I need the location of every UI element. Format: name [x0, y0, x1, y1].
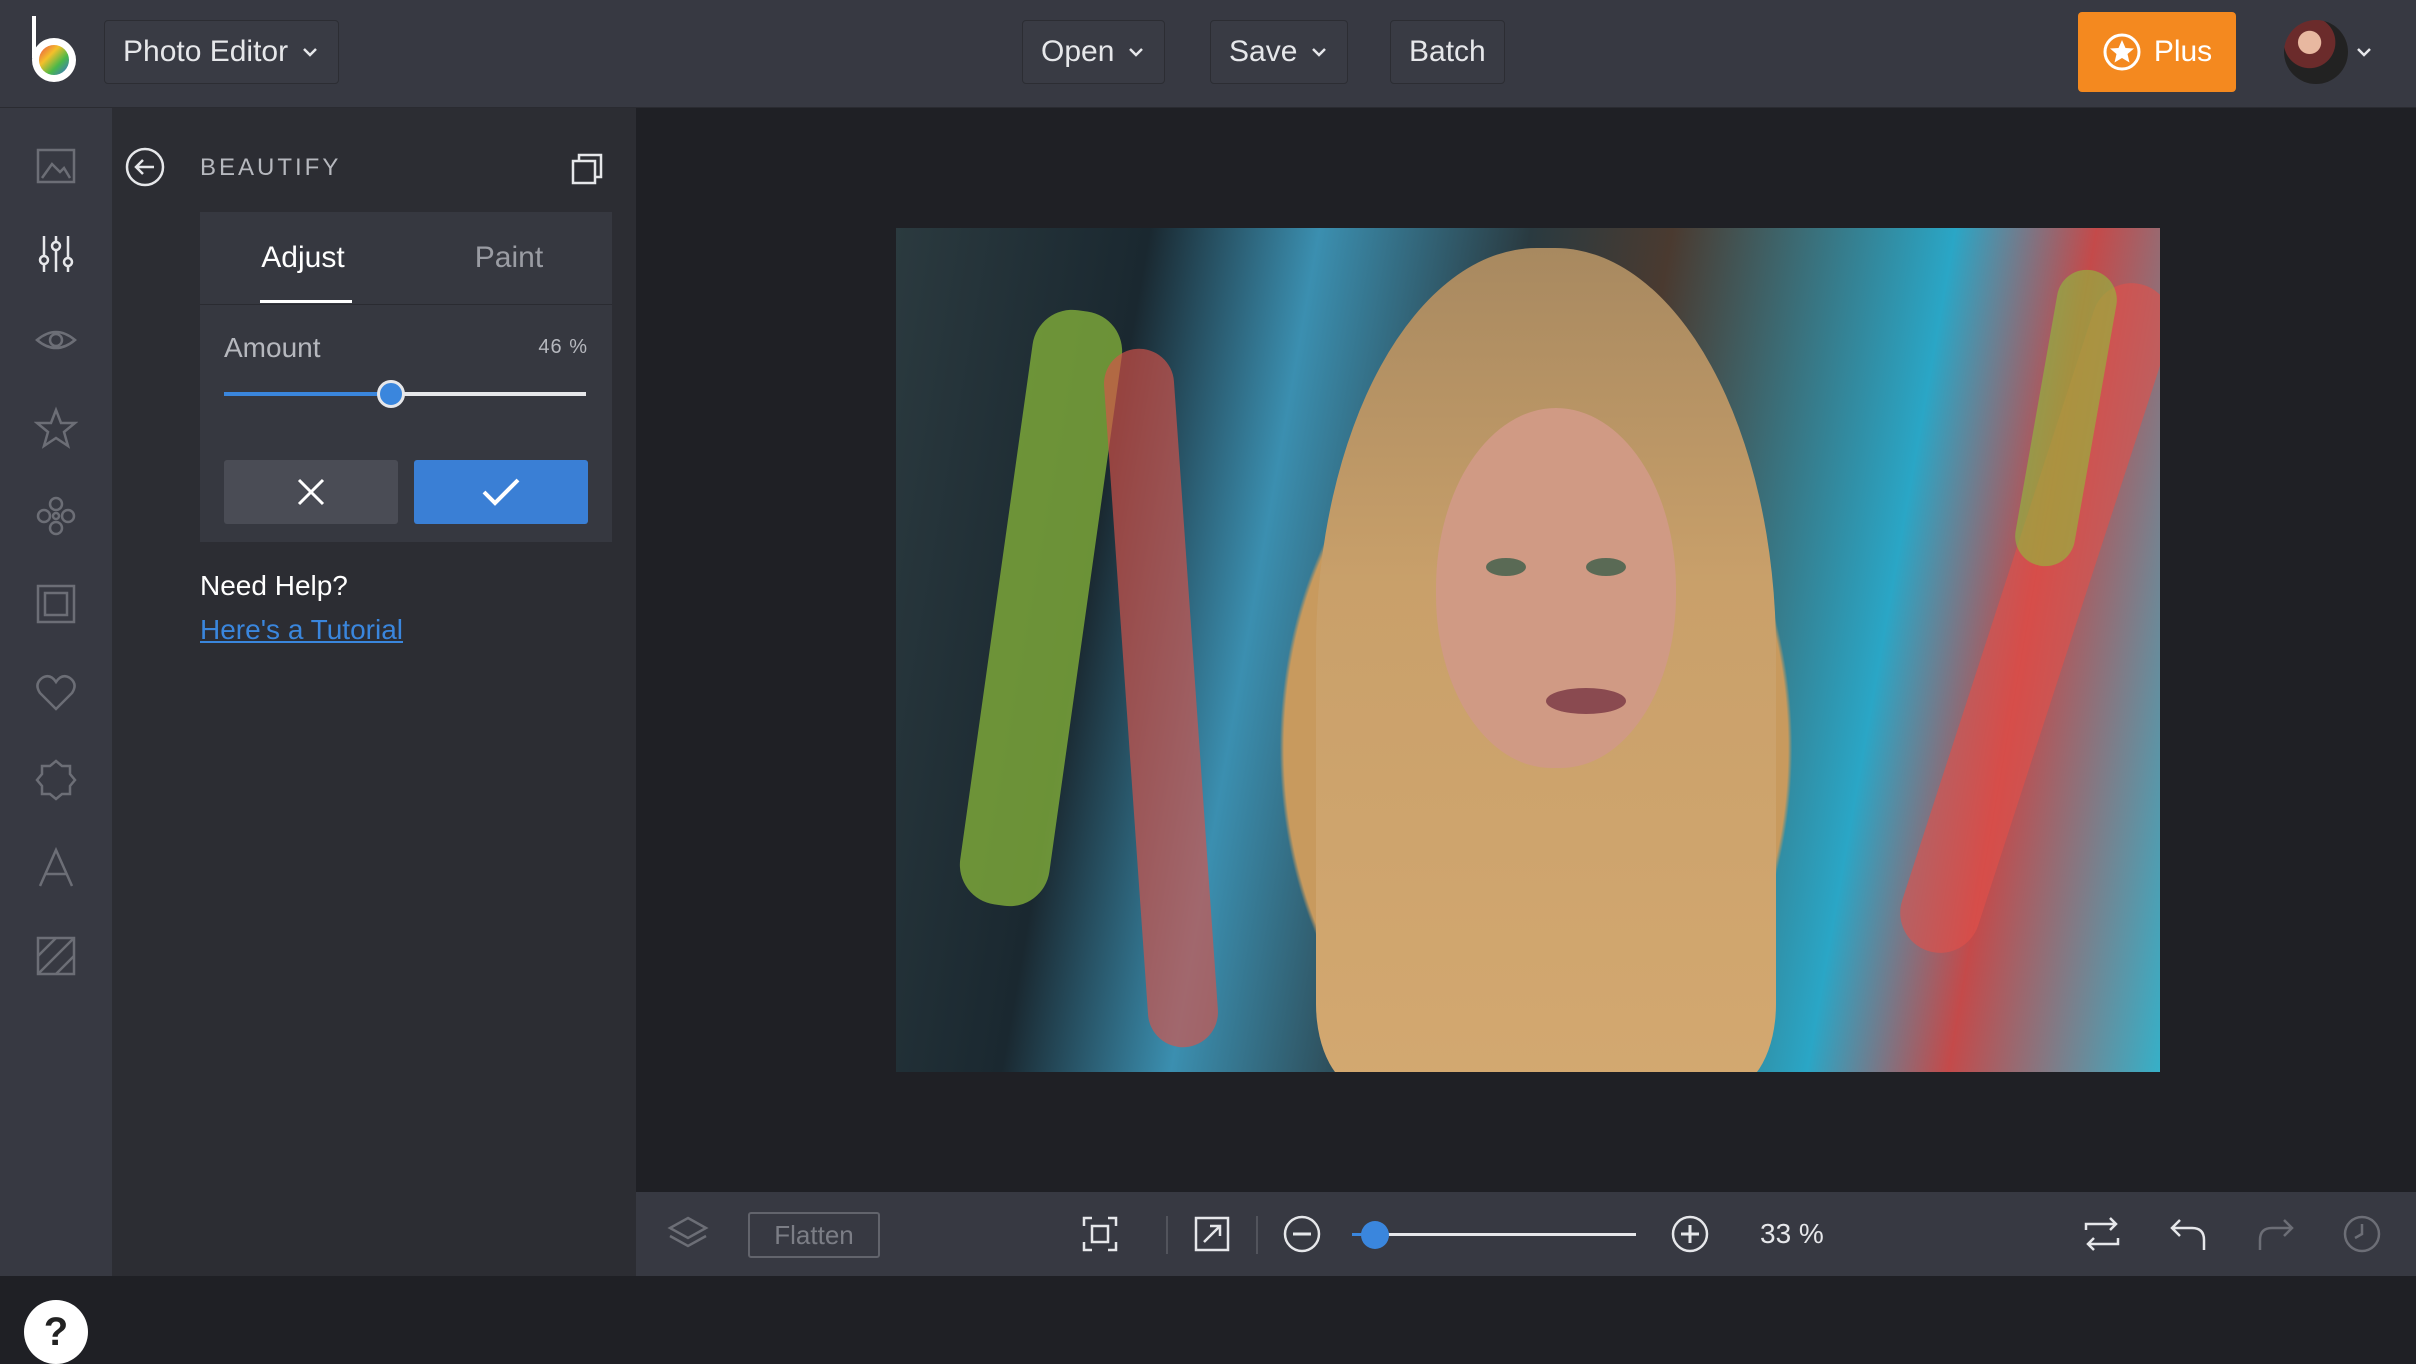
tool-sidebar: ?: [0, 108, 112, 1364]
tab-paint[interactable]: Paint: [406, 212, 612, 304]
history-clock-icon[interactable]: [2340, 1212, 2384, 1256]
zoom-out-icon[interactable]: [1280, 1212, 1324, 1256]
zoom-slider-handle[interactable]: [1360, 1221, 1389, 1249]
photo-canvas-image[interactable]: [896, 228, 2160, 1072]
chevron-down-icon: [303, 48, 317, 57]
close-icon: [297, 478, 325, 506]
amount-value: 46 %: [538, 336, 588, 358]
photo-icon[interactable]: [34, 144, 78, 188]
actual-size-icon[interactable]: [1190, 1212, 1234, 1256]
batch-label: Batch: [1409, 35, 1486, 68]
help-title: Need Help?: [200, 570, 348, 601]
beautify-panel: BEAUTIFY Adjust Paint Amount 46 % Need H…: [176, 108, 636, 1276]
flower-icon[interactable]: [34, 494, 78, 538]
open-label: Open: [1041, 35, 1115, 68]
divider: [200, 304, 612, 305]
befunky-logo-icon[interactable]: [24, 14, 84, 86]
zoom-slider[interactable]: [1352, 1221, 1636, 1249]
back-arrow-icon[interactable]: [124, 146, 166, 188]
zoom-percentage: 33 %: [1760, 1218, 1824, 1249]
tutorial-link[interactable]: Here's a Tutorial: [200, 614, 403, 646]
adjust-sliders-icon[interactable]: [34, 232, 78, 276]
layers-copy-icon[interactable]: [570, 150, 606, 186]
checkmark-icon: [482, 478, 520, 506]
amount-slider-handle[interactable]: [376, 380, 405, 408]
chevron-down-icon: [1312, 48, 1327, 57]
chevron-down-icon[interactable]: [2354, 42, 2374, 62]
app-menu-label: Photo Editor: [123, 35, 289, 68]
amount-slider[interactable]: [224, 380, 586, 408]
flatten-button[interactable]: Flatten: [748, 1212, 880, 1258]
panel-title: BEAUTIFY: [200, 154, 342, 181]
zoom-in-icon[interactable]: [1668, 1212, 1712, 1256]
save-label: Save: [1229, 35, 1298, 68]
tab-adjust[interactable]: Adjust: [200, 212, 406, 304]
app-menu-button[interactable]: Photo Editor: [104, 20, 340, 84]
divider: [1166, 1216, 1168, 1254]
panel-back-column: [112, 108, 176, 1276]
adjust-card: Adjust Paint Amount 46 %: [200, 212, 612, 542]
fit-to-screen-icon[interactable]: [1078, 1212, 1122, 1256]
top-bar: Photo Editor Open Save Batch Plus: [0, 0, 2416, 108]
text-icon[interactable]: [34, 846, 78, 890]
avatar[interactable]: [2284, 20, 2348, 84]
eye-icon[interactable]: [34, 318, 78, 362]
plus-button[interactable]: Plus: [2078, 12, 2236, 92]
frame-icon[interactable]: [34, 582, 78, 626]
star-circle-icon: [2103, 33, 2141, 71]
badge-icon[interactable]: [34, 758, 78, 802]
open-button[interactable]: Open: [1022, 20, 1166, 84]
amount-label: Amount: [224, 332, 321, 363]
redo-icon[interactable]: [2254, 1212, 2298, 1256]
amount-slider-fill: [224, 392, 391, 396]
divider: [1256, 1216, 1258, 1254]
star-icon[interactable]: [34, 406, 78, 450]
chevron-down-icon: [1129, 48, 1144, 57]
layers-icon[interactable]: [666, 1212, 710, 1256]
texture-icon[interactable]: [34, 934, 78, 978]
active-tab-indicator: [260, 300, 352, 303]
save-button[interactable]: Save: [1210, 20, 1349, 84]
undo-icon[interactable]: [2166, 1212, 2210, 1256]
help-button[interactable]: ?: [24, 1300, 88, 1364]
bottom-toolbar: Flatten 33 %: [636, 1192, 2416, 1276]
cancel-button[interactable]: [224, 460, 398, 524]
batch-button[interactable]: Batch: [1390, 20, 1505, 84]
compare-swap-icon[interactable]: [2080, 1212, 2124, 1256]
apply-button[interactable]: [414, 460, 588, 524]
plus-label: Plus: [2153, 35, 2213, 68]
heart-icon[interactable]: [34, 670, 78, 714]
